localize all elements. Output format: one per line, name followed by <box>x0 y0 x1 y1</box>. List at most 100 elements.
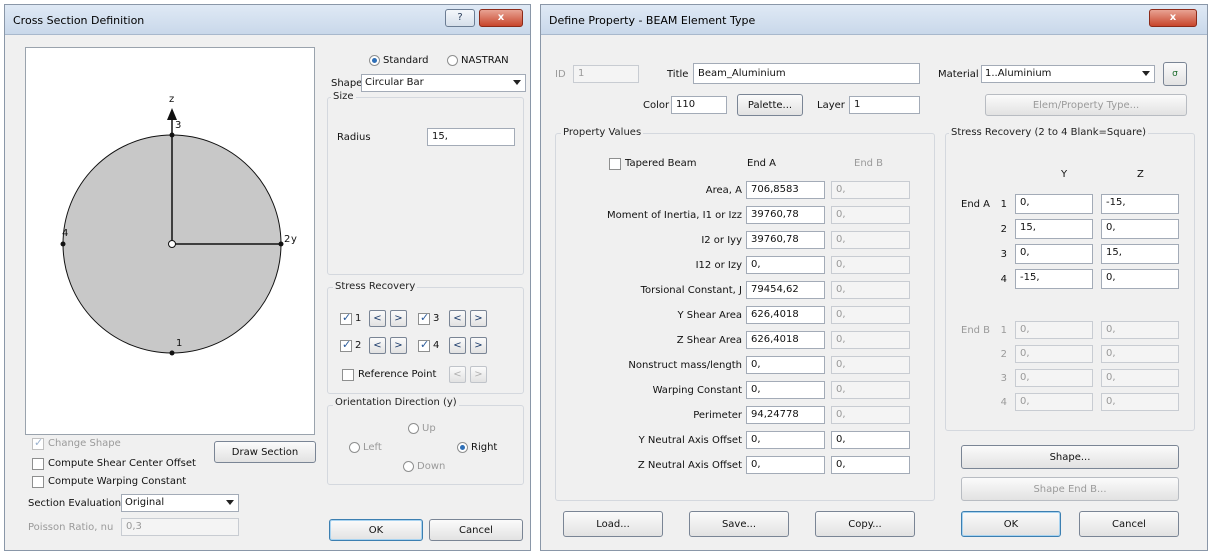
stress-end-a-z-input[interactable]: 0, <box>1101 269 1179 289</box>
property-end-a-input[interactable]: 94,24778 <box>746 406 825 424</box>
nastran-radio[interactable] <box>447 55 458 66</box>
stress-end-b-z-input[interactable]: 0, <box>1101 369 1179 387</box>
stress-end-a-y-input[interactable]: 0, <box>1015 194 1093 214</box>
stress-end-b-y-input[interactable]: 0, <box>1015 393 1093 411</box>
property-end-a-input[interactable]: 626,4018 <box>746 331 825 349</box>
stress-point-4-checkbox[interactable] <box>418 338 430 352</box>
stress-end-b-y-input[interactable]: 0, <box>1015 321 1093 339</box>
stress-end-b-z-input[interactable]: 0, <box>1101 345 1179 363</box>
stress-point-3-prev[interactable]: < <box>449 310 466 327</box>
section-eval-select[interactable]: Original <box>121 494 239 512</box>
shape-select[interactable]: Circular Bar <box>361 74 526 92</box>
shape-button[interactable]: Shape... <box>961 445 1179 469</box>
stress-end-a-y-input[interactable]: 15, <box>1015 219 1093 239</box>
stress-end-b-z-input[interactable]: 0, <box>1101 321 1179 339</box>
stress-end-b-y-input[interactable]: 0, <box>1015 345 1093 363</box>
stress-end-b-z-input[interactable]: 0, <box>1101 393 1179 411</box>
property-end-b-input[interactable]: 0, <box>831 331 910 349</box>
property-end-a-input[interactable]: 0, <box>746 256 825 274</box>
stress-end-b-y-input[interactable]: 0, <box>1015 369 1093 387</box>
property-end-b-input[interactable]: 0, <box>831 356 910 374</box>
palette-button[interactable]: Palette... <box>737 94 803 116</box>
close-button[interactable]: x <box>1149 9 1197 27</box>
ok-button[interactable]: OK <box>329 519 423 541</box>
property-end-a-input[interactable]: 0, <box>746 381 825 399</box>
stress-point-1-checkbox[interactable] <box>340 311 352 325</box>
shear-center-checkbox[interactable] <box>32 458 44 470</box>
property-end-b-input[interactable]: 0, <box>831 206 910 224</box>
cancel-button[interactable]: Cancel <box>429 519 523 541</box>
stress-end-a-z-input[interactable]: -15, <box>1101 194 1179 214</box>
property-end-b-input[interactable]: 0, <box>831 281 910 299</box>
stress-point-2-next[interactable]: > <box>390 337 407 354</box>
stress-point-2-checkbox[interactable] <box>340 338 352 352</box>
property-label: Perimeter <box>693 410 742 421</box>
size-group <box>327 97 524 275</box>
property-end-b-input[interactable]: 0, <box>831 406 910 424</box>
property-end-b-input[interactable]: 0, <box>831 256 910 274</box>
stress-end-a-z-input[interactable]: 0, <box>1101 219 1179 239</box>
cancel-button[interactable]: Cancel <box>1079 511 1179 537</box>
stress-point-4-next[interactable]: > <box>470 337 487 354</box>
draw-section-button[interactable]: Draw Section <box>214 441 316 463</box>
property-end-b-input[interactable]: 0, <box>831 431 910 449</box>
orientation-left-radio[interactable] <box>349 442 360 453</box>
reference-point-checkbox[interactable] <box>342 369 354 381</box>
property-end-a-input[interactable]: 0, <box>746 356 825 374</box>
orientation-down-radio[interactable] <box>403 461 414 472</box>
property-end-a-input[interactable]: 706,8583 <box>746 181 825 199</box>
help-button[interactable]: ? <box>445 9 475 27</box>
property-end-a-input[interactable]: 79454,62 <box>746 281 825 299</box>
stress-point-2-prev[interactable]: < <box>369 337 386 354</box>
tapered-beam-checkbox[interactable] <box>609 158 621 170</box>
shear-center-label: Compute Shear Center Offset <box>48 458 196 469</box>
copy-button[interactable]: Copy... <box>815 511 915 537</box>
stress-point-3-next[interactable]: > <box>470 310 487 327</box>
y-axis-label: y <box>291 234 297 245</box>
warping-constant-checkbox[interactable] <box>32 476 44 488</box>
property-end-b-input[interactable]: 0, <box>831 181 910 199</box>
size-group-label: Size <box>331 91 356 102</box>
stress-row-number: 3 <box>1000 249 1007 260</box>
radius-input[interactable]: 15, <box>427 128 515 146</box>
property-end-b-input[interactable]: 0, <box>831 306 910 324</box>
layer-input[interactable]: 1 <box>849 96 920 114</box>
stress-point-4-prev[interactable]: < <box>449 337 466 354</box>
property-end-b-input[interactable]: 0, <box>831 456 910 474</box>
ok-button[interactable]: OK <box>961 511 1061 537</box>
elem-property-type-button[interactable]: Elem/Property Type... <box>985 94 1187 116</box>
stress-point-1-next[interactable]: > <box>390 310 407 327</box>
color-input[interactable]: 110 <box>671 96 727 114</box>
id-input[interactable]: 1 <box>573 65 639 83</box>
property-label: Moment of Inertia, I1 or Izz <box>607 210 742 221</box>
property-end-a-input[interactable]: 0, <box>746 431 825 449</box>
stress-point-3-checkbox[interactable] <box>418 311 430 325</box>
shape-end-b-button[interactable]: Shape End B... <box>961 477 1179 501</box>
property-end-b-input[interactable]: 0, <box>831 231 910 249</box>
stress-end-a-label: End A <box>961 199 991 210</box>
stress-end-a-y-input[interactable]: -15, <box>1015 269 1093 289</box>
change-shape-checkbox[interactable] <box>32 436 44 450</box>
stress-end-a-z-input[interactable]: 15, <box>1101 244 1179 264</box>
material-select[interactable]: 1..Aluminium <box>981 65 1155 83</box>
standard-radio[interactable] <box>369 55 380 66</box>
close-button[interactable]: x <box>479 9 523 27</box>
poisson-input[interactable]: 0,3 <box>121 518 239 536</box>
stress-point-1-prev[interactable]: < <box>369 310 386 327</box>
orientation-up-radio[interactable] <box>408 423 419 434</box>
material-editor-icon[interactable]: σ <box>1163 62 1187 86</box>
load-button[interactable]: Load... <box>563 511 663 537</box>
property-end-a-input[interactable]: 39760,78 <box>746 206 825 224</box>
reference-point-next[interactable]: > <box>470 366 487 383</box>
orientation-right-radio[interactable] <box>457 442 468 453</box>
property-end-b-input[interactable]: 0, <box>831 381 910 399</box>
stress-end-a-y-input[interactable]: 0, <box>1015 244 1093 264</box>
title-input[interactable]: Beam_Aluminium <box>693 63 920 84</box>
reference-point-prev[interactable]: < <box>449 366 466 383</box>
save-button[interactable]: Save... <box>689 511 789 537</box>
property-end-a-input[interactable]: 626,4018 <box>746 306 825 324</box>
property-label: Z Neutral Axis Offset <box>637 460 742 471</box>
property-end-a-input[interactable]: 0, <box>746 456 825 474</box>
property-end-a-input[interactable]: 39760,78 <box>746 231 825 249</box>
material-select-value: 1..Aluminium <box>985 68 1052 79</box>
